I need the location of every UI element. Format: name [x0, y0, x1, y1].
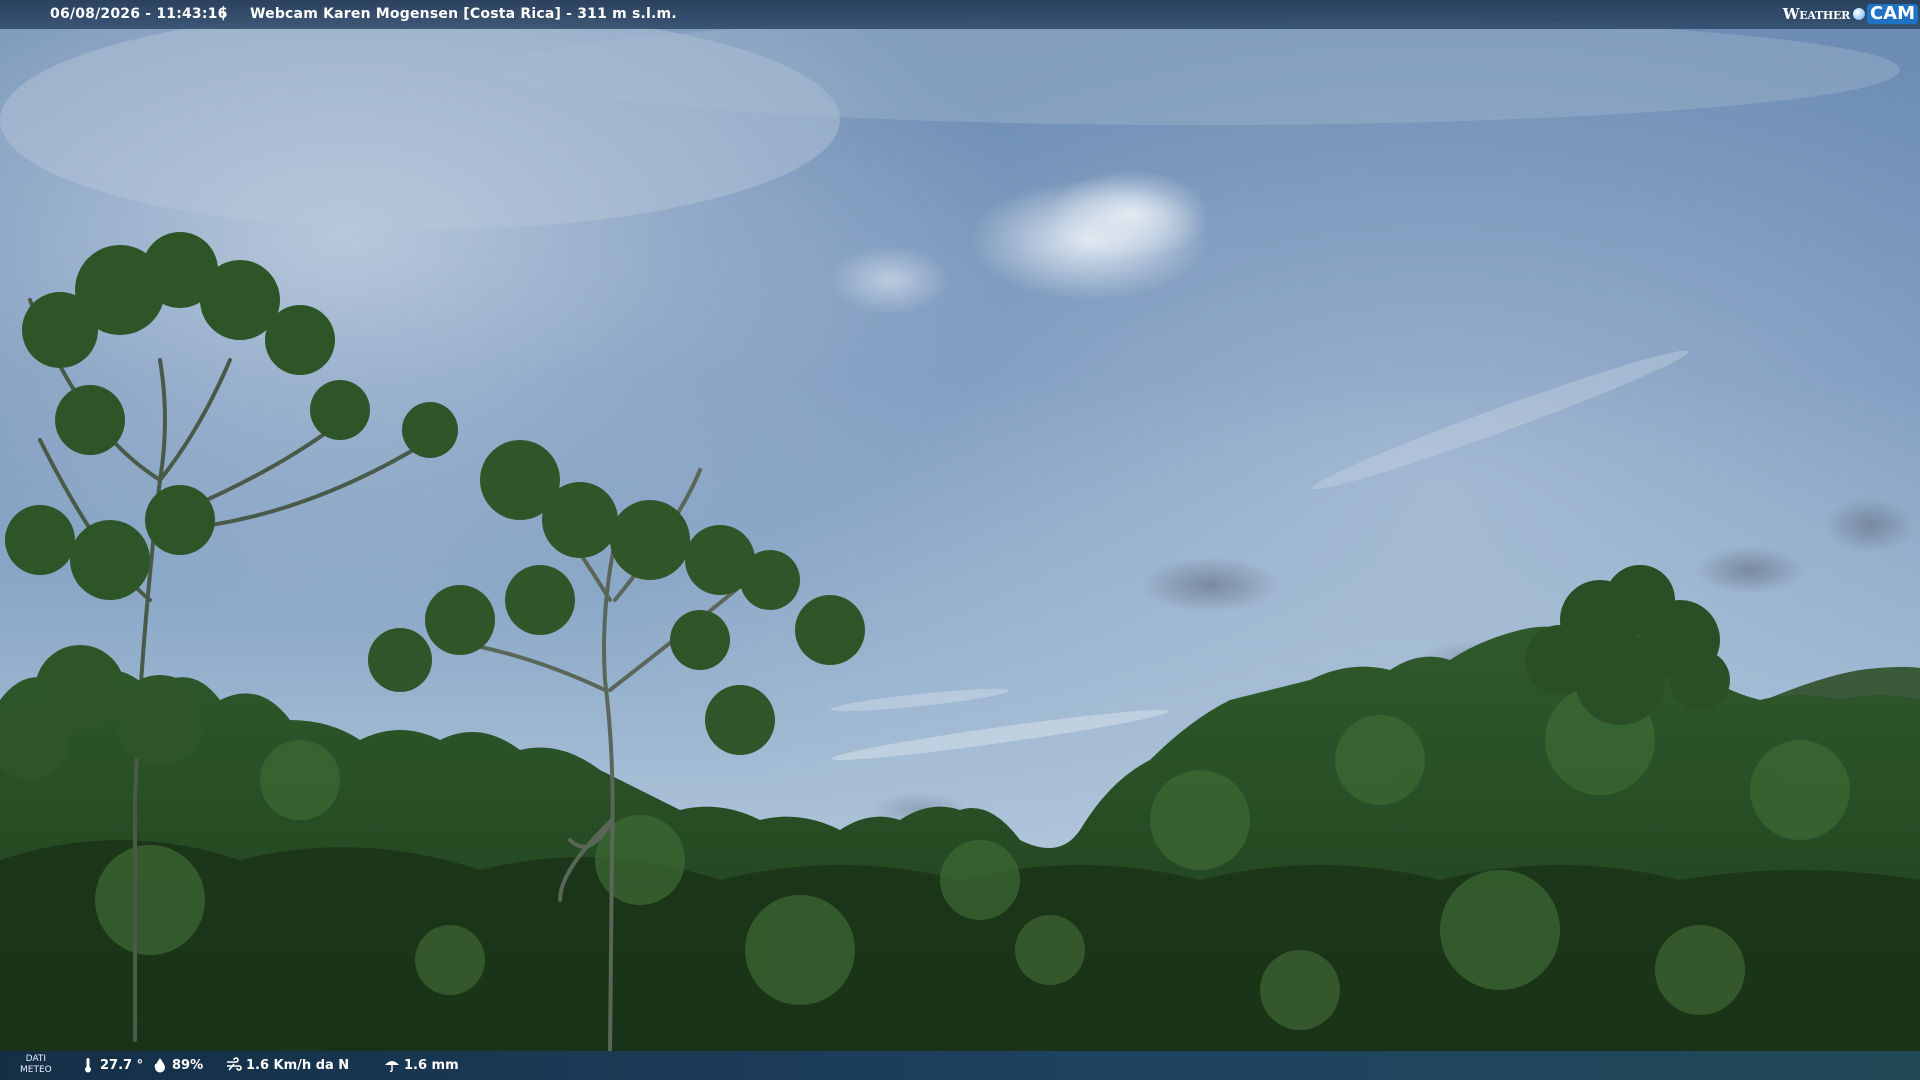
separator: | — [221, 5, 226, 21]
humidity-value: 89% — [172, 1057, 204, 1073]
thermometer-icon — [85, 1058, 91, 1073]
webcam-image — [0, 0, 1920, 1080]
temperature-reading: 27.7 ° — [80, 1057, 143, 1073]
top-info-bar: 06/08/2026 - 11:43:16 | Webcam Karen Mog… — [0, 0, 1920, 29]
rain-reading: 1.6 mm — [384, 1057, 459, 1073]
wind-reading: 1.6 Km/h da N — [226, 1057, 349, 1073]
webcam-title: Webcam Karen Mogensen [Costa Rica] - 311… — [250, 6, 677, 22]
weathercam-logo: Weather CAM — [1783, 3, 1918, 25]
logo-weather-text: Weather — [1782, 5, 1850, 23]
capture-datetime: 06/08/2026 - 11:43:16 — [50, 6, 228, 22]
wind-icon — [227, 1057, 242, 1071]
humidity-reading: 89% — [152, 1057, 203, 1073]
weather-data-label: DATI METEO — [20, 1054, 52, 1075]
webcam-frame: 06/08/2026 - 11:43:16 | Webcam Karen Mog… — [0, 0, 1920, 1080]
temperature-value: 27.7 ° — [100, 1057, 144, 1073]
wind-value: 1.6 Km/h da N — [246, 1057, 350, 1073]
rain-value: 1.6 mm — [404, 1057, 459, 1073]
weather-data-bar: DATI METEO 27.7 ° 89% 1.6 Km/h da N 1.6 … — [0, 1051, 1920, 1080]
water-drop-icon — [154, 1058, 165, 1073]
umbrella-icon — [385, 1061, 399, 1073]
globe-icon — [1852, 8, 1865, 20]
logo-cam-text: CAM — [1866, 4, 1918, 24]
